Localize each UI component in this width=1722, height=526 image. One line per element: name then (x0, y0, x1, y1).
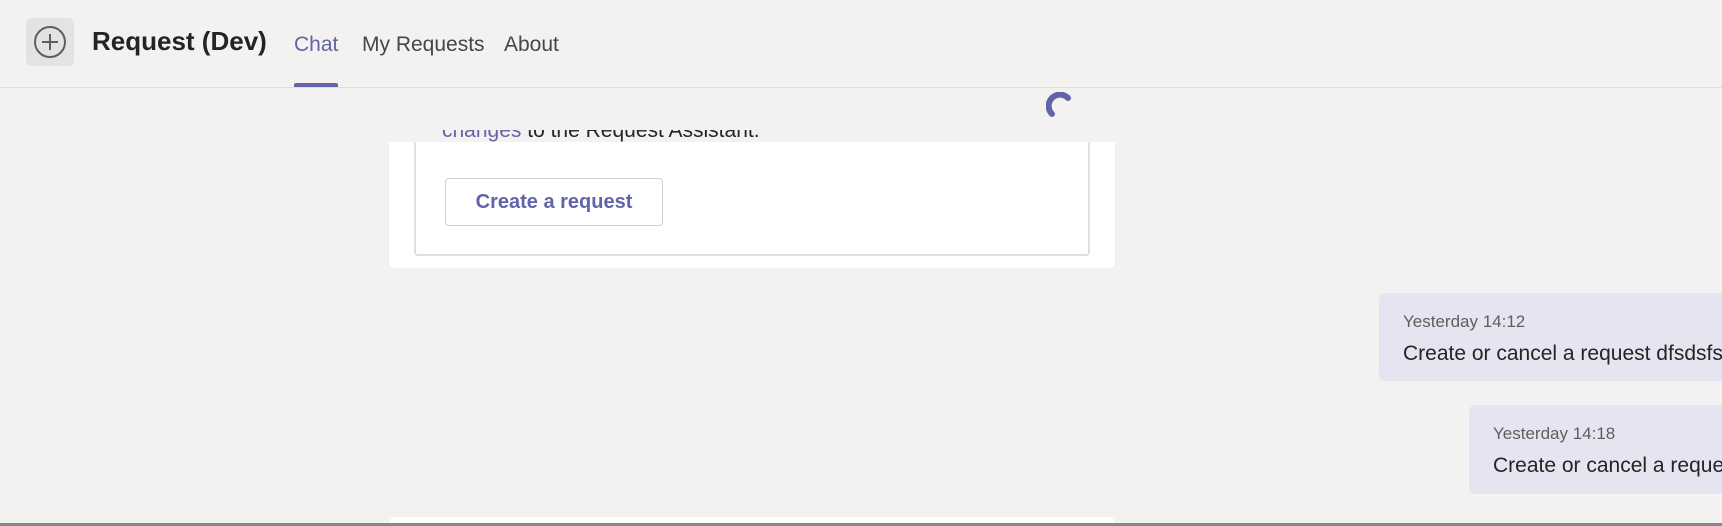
message-timestamp: Yesterday 14:18 (1493, 424, 1616, 443)
loading-spinner-icon (1046, 92, 1071, 117)
active-tab-indicator (294, 83, 338, 87)
tab-about[interactable]: About (504, 33, 559, 57)
teams-app-window: Request (Dev) Chat My Requests About cha… (0, 0, 1722, 526)
changes-link[interactable]: changes (442, 130, 521, 142)
card-body-text: changes to the Request Assistant. (442, 130, 760, 144)
create-request-button[interactable]: Create a request (445, 178, 663, 226)
sent-message-bubble[interactable]: Yesterday 14:18 Create or cancel a reque… (1469, 405, 1722, 494)
message-text: Create or cancel a request dfsdsfsdf (1403, 342, 1722, 365)
message-text: Create or cancel a request (1493, 454, 1722, 477)
app-icon-button[interactable] (26, 18, 74, 66)
tab-my-requests[interactable]: My Requests (362, 33, 485, 57)
add-circle-icon (34, 26, 66, 58)
sent-message-bubble[interactable]: Yesterday 14:12 Create or cancel a reque… (1379, 293, 1722, 381)
app-header: Request (Dev) Chat My Requests About (0, 0, 1722, 88)
card-text-tail: to the Request Assistant. (521, 130, 760, 142)
app-title: Request (Dev) (92, 26, 267, 56)
tab-chat[interactable]: Chat (294, 33, 338, 57)
message-timestamp: Yesterday 14:12 (1403, 312, 1526, 331)
